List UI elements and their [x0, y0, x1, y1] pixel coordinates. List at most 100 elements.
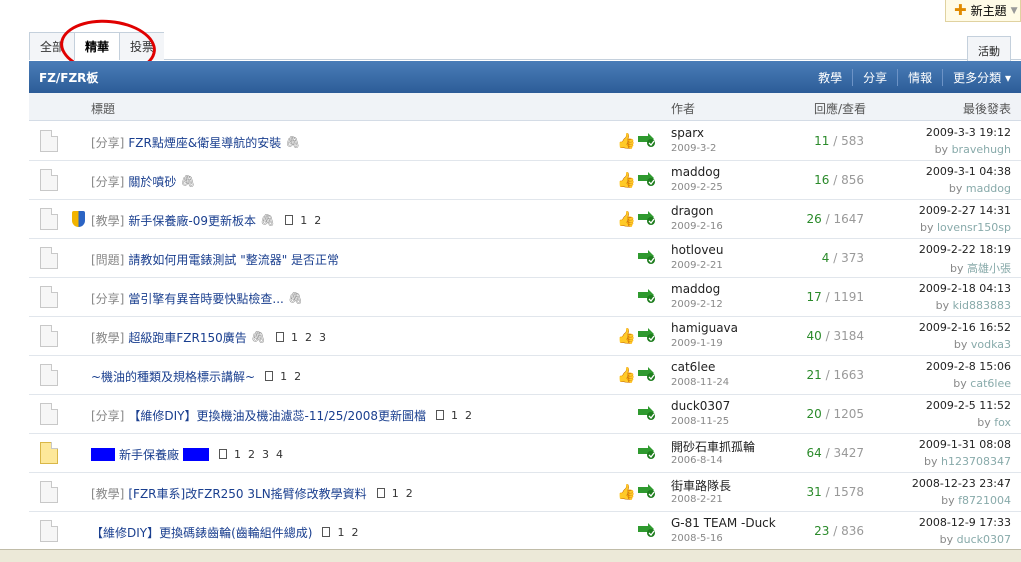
- view-count: 373: [841, 251, 864, 265]
- post-date: 2009-3-2: [671, 143, 717, 154]
- last-poster-link[interactable]: f8721004: [958, 494, 1011, 507]
- page-link[interactable]: 2: [314, 214, 321, 227]
- paperclip-icon: 🖇: [259, 213, 276, 227]
- topic-title-link[interactable]: 請教如何用電錶測試 "整流器" 是否正常: [128, 251, 339, 268]
- topic-tag[interactable]: [教學]: [91, 485, 124, 502]
- page-link[interactable]: 1: [451, 409, 458, 422]
- last-post-time-link[interactable]: 2008-12-23 23:47: [912, 477, 1011, 490]
- column-header: 標題 作者 回應/查看 最後發表: [29, 93, 1021, 121]
- reply-count: 16: [814, 173, 830, 187]
- last-post-time-link[interactable]: 2009-2-8 15:06: [926, 360, 1011, 373]
- page-link[interactable]: 3: [262, 448, 269, 461]
- page-link[interactable]: 2: [406, 487, 413, 500]
- category-share[interactable]: 分享: [852, 68, 897, 86]
- table-row: [分享] 關於噴砂 🖇 👍 maddog 2009-2-25 16 / 856 2009-3-…: [29, 161, 1021, 200]
- page-link[interactable]: 2: [305, 331, 312, 344]
- recommend-icon: [637, 171, 657, 187]
- author-link[interactable]: dragon: [671, 204, 713, 218]
- author-link[interactable]: hotloveu: [671, 243, 723, 257]
- topic-status-icon: [40, 325, 58, 347]
- reply-count: 40: [806, 329, 822, 343]
- topic-title-link[interactable]: 【維修DIY】更換機油及機油濾蕊-11/25/2008更新圖檔: [128, 407, 426, 424]
- topic-title-link[interactable]: 新手保養廠-09更新板本: [128, 212, 256, 229]
- page-icon: [285, 215, 294, 225]
- last-post-time-link[interactable]: 2009-2-22 18:19: [919, 243, 1011, 256]
- topic-tag[interactable]: [教學]: [91, 329, 124, 346]
- category-tutorial[interactable]: 教學: [808, 69, 852, 86]
- last-poster-link[interactable]: fox: [994, 416, 1011, 429]
- topic-title-link[interactable]: 新手保養廠: [119, 446, 179, 463]
- reply-view-count: 11 / 583: [814, 134, 864, 148]
- last-poster-link[interactable]: bravehugh: [952, 143, 1011, 156]
- page-link[interactable]: 3: [319, 331, 326, 344]
- topic-tag[interactable]: [教學]: [91, 212, 124, 229]
- author-link[interactable]: maddog: [671, 282, 720, 296]
- page-icon: [275, 332, 284, 342]
- last-post-time-link[interactable]: 2009-1-31 08:08: [919, 438, 1011, 451]
- topic-status-icon: [40, 481, 58, 503]
- page-link[interactable]: 2: [248, 448, 255, 461]
- last-post-time-link[interactable]: 2008-12-9 17:33: [919, 516, 1011, 529]
- last-poster-link[interactable]: maddog: [966, 182, 1011, 195]
- topic-title-link[interactable]: 當引擎有異音時要快點檢查...: [128, 290, 283, 307]
- last-poster-link[interactable]: h123708347: [941, 455, 1011, 468]
- page-links: 12: [435, 409, 472, 422]
- thumbs-up-icon: 👍: [617, 366, 636, 384]
- page-link[interactable]: 1: [300, 214, 307, 227]
- topic-title-link[interactable]: ~機油的種類及規格標示講解~: [91, 368, 255, 385]
- topic-tag[interactable]: [分享]: [91, 134, 124, 151]
- last-poster: by duck0307: [939, 533, 1011, 546]
- author-link[interactable]: cat6lee: [671, 360, 715, 374]
- author-link[interactable]: sparx: [671, 126, 704, 140]
- page-link[interactable]: 1: [291, 331, 298, 344]
- last-post-time-link[interactable]: 2009-3-1 04:38: [926, 165, 1011, 178]
- topic-title: [問題] 請教如何用電錶測試 "整流器" 是否正常: [91, 250, 339, 268]
- tab-event[interactable]: 活動: [967, 36, 1011, 64]
- topic-tag[interactable]: [問題]: [91, 251, 124, 268]
- last-post-time-link[interactable]: 2009-3-3 19:12: [926, 126, 1011, 139]
- page-link[interactable]: 2: [294, 370, 301, 383]
- category-info[interactable]: 情報: [897, 68, 942, 86]
- topic-title-link[interactable]: 超級跑車FZR150廣告: [128, 329, 246, 346]
- last-poster-link[interactable]: vodka3: [971, 338, 1011, 351]
- recommend-icon: [637, 210, 657, 226]
- last-poster-link[interactable]: kid883883: [953, 299, 1011, 312]
- topic-tag[interactable]: [分享]: [91, 290, 124, 307]
- last-poster-link[interactable]: lovensr150sp: [937, 221, 1011, 234]
- post-date: 2009-2-21: [671, 260, 723, 271]
- topic-tag[interactable]: [分享]: [91, 173, 124, 190]
- topic-tag[interactable]: [分享]: [91, 407, 124, 424]
- author-link[interactable]: maddog: [671, 165, 720, 179]
- topic-title-link[interactable]: FZR點煙座&衛星導航的安裝: [128, 134, 281, 151]
- new-topic-button[interactable]: ✚ 新主題 ▼: [945, 0, 1021, 22]
- page-link[interactable]: 1: [234, 448, 241, 461]
- page-link[interactable]: 2: [351, 526, 358, 539]
- page-link[interactable]: 1: [337, 526, 344, 539]
- reply-count: 31: [806, 485, 822, 499]
- last-post-time-link[interactable]: 2009-2-27 14:31: [919, 204, 1011, 217]
- topic-title-link[interactable]: 【維修DIY】更換碼錶齒輪(齒輪組件總成): [91, 524, 312, 541]
- last-poster: by kid883883: [935, 299, 1011, 312]
- last-poster-link[interactable]: cat6lee: [970, 377, 1011, 390]
- last-poster-link[interactable]: 高雄小張: [967, 262, 1011, 275]
- page-link[interactable]: 2: [465, 409, 472, 422]
- category-more-dropdown[interactable]: 更多分類 ▾: [942, 68, 1021, 86]
- reply-count: 26: [806, 212, 822, 226]
- page-link[interactable]: 1: [280, 370, 287, 383]
- reply-view-count: 64 / 3427: [806, 446, 865, 460]
- topic-title: ~機油的種類及規格標示講解~ 1 2: [91, 367, 301, 385]
- last-post-time-link[interactable]: 2009-2-5 11:52: [926, 399, 1011, 412]
- last-post-time-link[interactable]: 2009-2-18 04:13: [919, 282, 1011, 295]
- thumbs-up-icon: 👍: [617, 327, 636, 345]
- table-row: [分享] 【維修DIY】更換機油及機油濾蕊-11/25/2008更新圖檔 1 2 duc…: [29, 395, 1021, 434]
- page-link[interactable]: 1: [392, 487, 399, 500]
- view-count: 3184: [833, 329, 864, 343]
- last-post-time-link[interactable]: 2009-2-16 16:52: [919, 321, 1011, 334]
- last-poster-link[interactable]: duck0307: [957, 533, 1011, 546]
- page-link[interactable]: 4: [276, 448, 283, 461]
- table-row: 【維修DIY】更換碼錶齒輪(齒輪組件總成) 1 2 G-81 TEAM -Duck 20…: [29, 512, 1021, 551]
- topic-title-link[interactable]: [FZR車系]改FZR250 3LN搖臂修改教學資料: [128, 485, 366, 502]
- topic-title-link[interactable]: 關於噴砂: [128, 173, 176, 190]
- last-poster: by f8721004: [941, 494, 1011, 507]
- forum-title: FZ/FZR板: [39, 70, 99, 85]
